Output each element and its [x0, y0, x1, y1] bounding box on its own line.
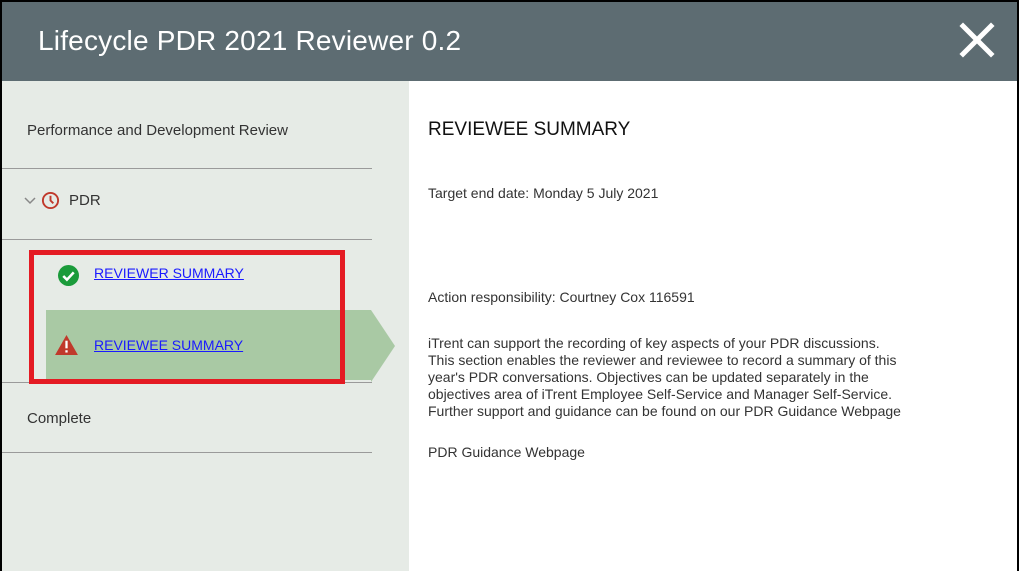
description-line: objectives area of iTrent Employee Self-… — [428, 386, 893, 402]
description-line: This section enables the reviewer and re… — [428, 352, 897, 368]
description-line: year's PDR conversations. Objectives can… — [428, 369, 869, 385]
target-end-date: Target end date: Monday 5 July 2021 — [428, 185, 659, 201]
action-responsibility: Action responsibility: Courtney Cox 1165… — [428, 289, 695, 305]
highlight-box — [29, 250, 345, 384]
pdr-guidance-link[interactable]: PDR Guidance Webpage — [428, 444, 585, 460]
divider — [2, 168, 372, 169]
description-line: Further support and guidance can be foun… — [428, 403, 901, 419]
divider — [2, 452, 372, 453]
close-button[interactable] — [955, 18, 999, 62]
sidebar-group-pdr[interactable]: PDR — [24, 188, 394, 218]
sidebar-item-complete[interactable]: Complete — [27, 410, 397, 427]
sidebar: Performance and Development Review PDR R… — [2, 81, 409, 571]
main-content: REVIEWEE SUMMARY Target end date: Monday… — [409, 81, 1017, 571]
sidebar-group-label: PDR — [69, 192, 101, 209]
description-line: iTrent can support the recording of key … — [428, 335, 880, 351]
page-title: REVIEWEE SUMMARY — [428, 119, 631, 140]
divider — [2, 239, 372, 240]
sidebar-section-title: Performance and Development Review — [27, 122, 288, 139]
dialog-header: Lifecycle PDR 2021 Reviewer 0.2 — [2, 2, 1017, 81]
selected-item-arrow — [371, 310, 395, 382]
dialog-title: Lifecycle PDR 2021 Reviewer 0.2 — [38, 25, 462, 56]
clock-icon — [41, 191, 60, 210]
description: iTrent can support the recording of key … — [428, 335, 1008, 420]
chevron-down-icon[interactable] — [24, 196, 36, 206]
close-icon — [959, 22, 995, 58]
